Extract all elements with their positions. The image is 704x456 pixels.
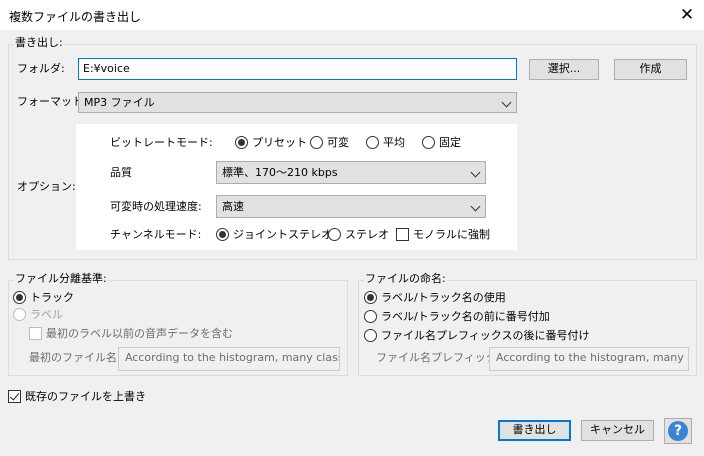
- naming-number-after-prefix-label[interactable]: ファイル名プレフィックスの後に番号付け: [381, 329, 589, 343]
- variable-speed-label: 可変時の処理速度:: [110, 200, 202, 213]
- create-folder-button[interactable]: 作成: [614, 59, 687, 80]
- channel-joint-stereo-radio[interactable]: [216, 228, 229, 241]
- help-icon: ?: [668, 421, 688, 441]
- split-by-tracks-radio[interactable]: [13, 291, 26, 304]
- split-by-labels-label[interactable]: ラベル: [30, 308, 63, 322]
- quality-label: 品質: [110, 166, 132, 179]
- naming-number-before-radio[interactable]: [364, 310, 377, 323]
- overwrite-checkbox[interactable]: [8, 390, 21, 403]
- quality-select[interactable]: 標準、170～210 kbps: [216, 161, 486, 184]
- split-files-legend: ファイル分離基準:: [14, 272, 108, 285]
- format-select-value: MP3 ファイル: [84, 96, 155, 109]
- first-file-name-label: 最初のファイル名:: [29, 351, 121, 364]
- quality-select-value: 標準、170～210 kbps: [222, 166, 338, 179]
- channel-joint-stereo-label[interactable]: ジョイントステレオ: [233, 228, 332, 242]
- file-naming-legend: ファイルの命名:: [364, 272, 447, 285]
- bitrate-mode-label: ビットレートモード:: [110, 136, 213, 149]
- channel-stereo-radio[interactable]: [328, 228, 341, 241]
- bitrate-constant-label[interactable]: 固定: [439, 136, 461, 150]
- export-group-legend: 書き出し:: [14, 36, 64, 49]
- first-file-name-input[interactable]: According to the histogram, many classrc: [118, 347, 340, 371]
- channel-mode-label: チャンネルモード:: [110, 228, 202, 241]
- variable-speed-select-value: 高速: [222, 200, 244, 213]
- force-mono-label[interactable]: モノラルに強制: [413, 228, 490, 242]
- bitrate-preset-radio[interactable]: [235, 136, 248, 149]
- bitrate-variable-label[interactable]: 可変: [327, 136, 349, 150]
- force-mono-checkbox[interactable]: [396, 228, 409, 241]
- split-by-labels-radio[interactable]: [13, 308, 26, 321]
- choose-folder-button[interactable]: 選択...: [529, 59, 599, 80]
- bitrate-constant-radio[interactable]: [422, 136, 435, 149]
- options-label: オプション:: [17, 180, 76, 193]
- format-label: フォーマット:: [17, 95, 87, 108]
- cancel-button[interactable]: キャンセル: [581, 420, 654, 441]
- chevron-down-icon: [470, 201, 481, 212]
- bitrate-variable-radio[interactable]: [310, 136, 323, 149]
- folder-label: フォルダ:: [17, 62, 65, 75]
- bitrate-average-label[interactable]: 平均: [383, 136, 405, 150]
- naming-number-after-prefix-radio[interactable]: [364, 329, 377, 342]
- channel-stereo-label[interactable]: ステレオ: [345, 228, 389, 242]
- export-button[interactable]: 書き出し: [498, 420, 571, 441]
- include-before-first-label-label[interactable]: 最初のラベル以前の音声データを含む: [46, 327, 233, 341]
- include-before-first-label-checkbox[interactable]: [29, 327, 42, 340]
- naming-use-label-label[interactable]: ラベル/トラック名の使用: [381, 291, 506, 305]
- overwrite-label[interactable]: 既存のファイルを上書き: [25, 390, 146, 404]
- split-by-tracks-label[interactable]: トラック: [30, 291, 74, 305]
- naming-use-label-radio[interactable]: [364, 291, 377, 304]
- close-icon[interactable]: ✕: [672, 3, 702, 27]
- folder-input[interactable]: E:¥voice: [78, 58, 517, 80]
- prefix-input[interactable]: According to the histogram, many cla: [489, 347, 689, 371]
- bitrate-preset-label[interactable]: プリセット: [252, 136, 307, 150]
- chevron-down-icon: [501, 97, 512, 108]
- bitrate-average-radio[interactable]: [366, 136, 379, 149]
- naming-number-before-label[interactable]: ラベル/トラック名の前に番号付加: [381, 310, 550, 324]
- format-select[interactable]: MP3 ファイル: [78, 92, 517, 113]
- chevron-down-icon: [470, 167, 481, 178]
- help-button[interactable]: ?: [664, 418, 692, 444]
- window-title: 複数ファイルの書き出し: [9, 10, 142, 24]
- variable-speed-select[interactable]: 高速: [216, 195, 486, 218]
